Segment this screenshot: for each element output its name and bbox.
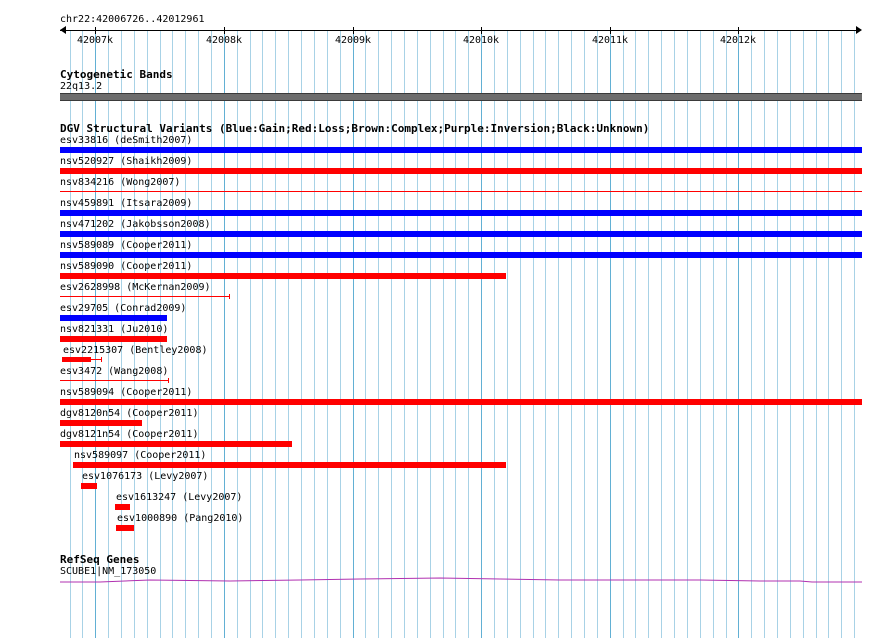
refseq-gene-feature[interactable] <box>0 0 890 638</box>
genome-browser-view: chr22:42006726..42012961 42007k 42008k 420… <box>0 0 890 638</box>
